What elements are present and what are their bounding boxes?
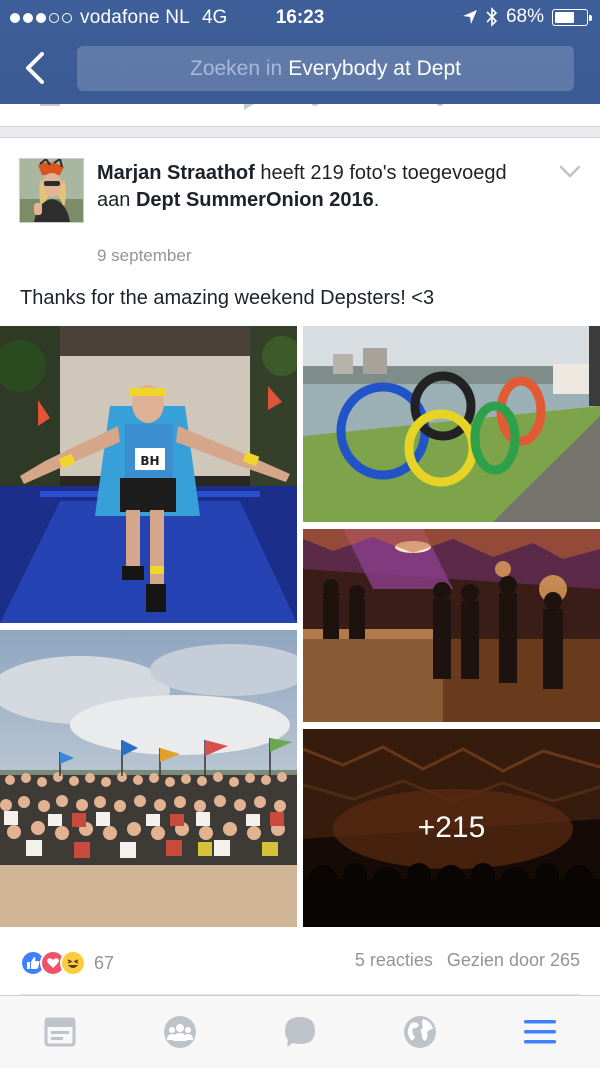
- news-feed-icon: [44, 1017, 76, 1047]
- reactions-summary[interactable]: 67: [20, 950, 114, 976]
- search-group-name: Everybody at Dept: [288, 56, 461, 80]
- globe-icon: [404, 1016, 436, 1048]
- top-bar: vodafone NL 4G 16:23 68% Zoeken in Every…: [0, 0, 600, 104]
- album-name-link[interactable]: Dept SummerOnion 2016: [136, 189, 374, 211]
- post-headline: Marjan Straathof heeft 219 foto's toegev…: [97, 160, 537, 214]
- tab-menu[interactable]: [522, 1014, 558, 1050]
- location-arrow-icon: [462, 10, 477, 24]
- bluetooth-icon: [486, 7, 498, 27]
- battery-percent: 68%: [505, 6, 544, 27]
- tab-messenger[interactable]: [282, 1014, 318, 1050]
- battery-icon: [552, 8, 592, 26]
- post-card: Marjan Straathof heeft 219 foto's toegev…: [0, 137, 600, 996]
- photo-jumping-man[interactable]: BH: [0, 326, 297, 623]
- group-search-input[interactable]: Zoeken in Everybody at Dept: [77, 46, 574, 91]
- previous-post-actions-icon: [40, 104, 444, 110]
- photo-bar[interactable]: [303, 529, 600, 722]
- author-name-link[interactable]: Marjan Straathof: [97, 162, 255, 184]
- post-options-button[interactable]: [558, 164, 582, 180]
- previous-post-footer: [0, 104, 600, 127]
- groups-icon: [164, 1016, 196, 1048]
- album-suffix: .: [373, 189, 380, 211]
- post-date[interactable]: 9 september: [97, 246, 192, 266]
- status-bar: vodafone NL 4G 16:23 68%: [0, 0, 600, 36]
- tab-notifications[interactable]: [402, 1014, 438, 1050]
- post-caption: Thanks for the amazing weekend Depsters!…: [20, 287, 435, 309]
- messenger-icon: [285, 1017, 315, 1047]
- comments-count-link[interactable]: 5 reacties: [355, 950, 433, 971]
- haha-reaction-icon: [60, 950, 86, 976]
- photo-olympic-rings[interactable]: [303, 326, 600, 522]
- status-right: 68%: [462, 6, 592, 28]
- chevron-down-icon: [559, 165, 581, 178]
- photo-grid: BH +215: [0, 326, 600, 928]
- author-avatar[interactable]: [19, 158, 84, 223]
- chevron-left-icon: [26, 52, 44, 84]
- back-button[interactable]: [18, 46, 54, 90]
- search-placeholder: Zoeken in: [190, 56, 283, 80]
- svg-text:BH: BH: [140, 454, 159, 468]
- reactions-count: 67: [94, 952, 115, 973]
- bottom-tab-bar: [0, 995, 600, 1068]
- photo-group[interactable]: [0, 630, 297, 927]
- hamburger-menu-icon: [524, 1020, 556, 1044]
- more-photos-count[interactable]: +215: [303, 729, 600, 927]
- photo-party-crowd[interactable]: +215: [303, 729, 600, 927]
- tab-groups[interactable]: [162, 1014, 198, 1050]
- post-stats: 5 reacties Gezien door 265: [355, 950, 580, 971]
- tab-news-feed[interactable]: [42, 1014, 78, 1050]
- seen-by-link[interactable]: Gezien door 265: [447, 950, 580, 971]
